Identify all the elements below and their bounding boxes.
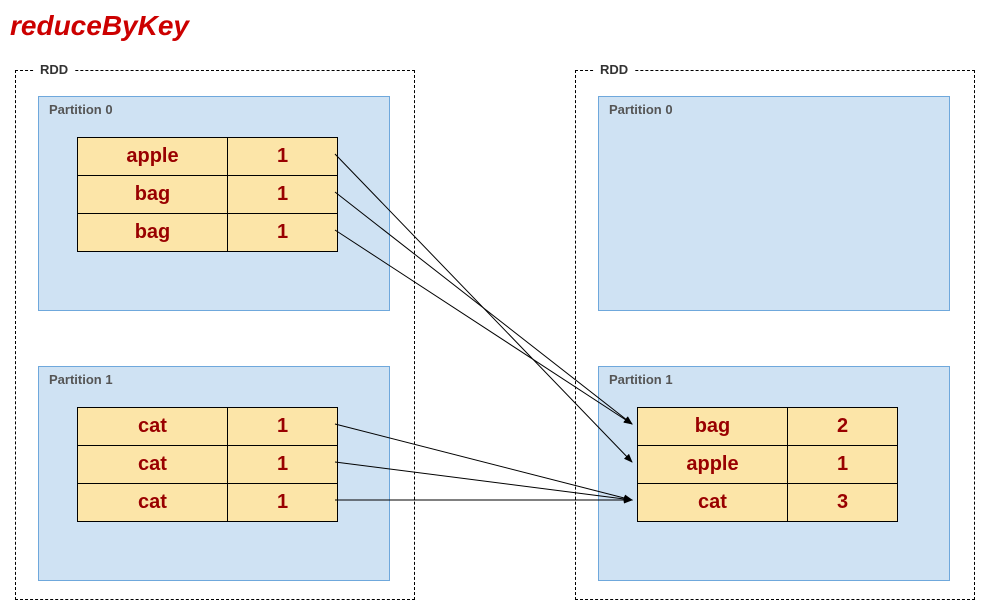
partition-left-1-table: cat 1 cat 1 cat 1 bbox=[77, 407, 338, 522]
cell-key: bag bbox=[78, 176, 228, 214]
table-row: cat 3 bbox=[638, 484, 898, 522]
cell-value: 1 bbox=[228, 214, 338, 252]
cell-key: apple bbox=[638, 446, 788, 484]
partition-right-1: Partition 1 bag 2 apple 1 cat 3 bbox=[598, 366, 950, 581]
cell-value: 1 bbox=[228, 446, 338, 484]
partition-left-0: Partition 0 apple 1 bag 1 bag 1 bbox=[38, 96, 390, 311]
partition-right-1-label: Partition 1 bbox=[609, 372, 673, 387]
table-row: bag 1 bbox=[78, 214, 338, 252]
rdd-left-label: RDD bbox=[34, 62, 74, 77]
cell-key: cat bbox=[78, 408, 228, 446]
partition-right-1-table: bag 2 apple 1 cat 3 bbox=[637, 407, 898, 522]
table-row: cat 1 bbox=[78, 484, 338, 522]
partition-left-1-label: Partition 1 bbox=[49, 372, 113, 387]
table-row: apple 1 bbox=[638, 446, 898, 484]
cell-value: 1 bbox=[228, 176, 338, 214]
cell-key: cat bbox=[78, 446, 228, 484]
partition-right-0-label: Partition 0 bbox=[609, 102, 673, 117]
cell-value: 1 bbox=[788, 446, 898, 484]
cell-key: bag bbox=[638, 408, 788, 446]
table-row: cat 1 bbox=[78, 408, 338, 446]
table-row: apple 1 bbox=[78, 138, 338, 176]
table-row: bag 1 bbox=[78, 176, 338, 214]
cell-key: cat bbox=[78, 484, 228, 522]
partition-left-0-table: apple 1 bag 1 bag 1 bbox=[77, 137, 338, 252]
rdd-right-container: RDD Partition 0 Partition 1 bag 2 apple … bbox=[575, 70, 975, 600]
partition-right-0: Partition 0 bbox=[598, 96, 950, 311]
partition-left-0-label: Partition 0 bbox=[49, 102, 113, 117]
table-row: cat 1 bbox=[78, 446, 338, 484]
cell-key: cat bbox=[638, 484, 788, 522]
rdd-left-container: RDD Partition 0 apple 1 bag 1 bag 1 Part… bbox=[15, 70, 415, 600]
cell-value: 2 bbox=[788, 408, 898, 446]
cell-value: 1 bbox=[228, 408, 338, 446]
cell-value: 3 bbox=[788, 484, 898, 522]
cell-key: bag bbox=[78, 214, 228, 252]
diagram-title: reduceByKey bbox=[10, 10, 189, 42]
cell-value: 1 bbox=[228, 484, 338, 522]
partition-left-1: Partition 1 cat 1 cat 1 cat 1 bbox=[38, 366, 390, 581]
cell-value: 1 bbox=[228, 138, 338, 176]
table-row: bag 2 bbox=[638, 408, 898, 446]
cell-key: apple bbox=[78, 138, 228, 176]
rdd-right-label: RDD bbox=[594, 62, 634, 77]
